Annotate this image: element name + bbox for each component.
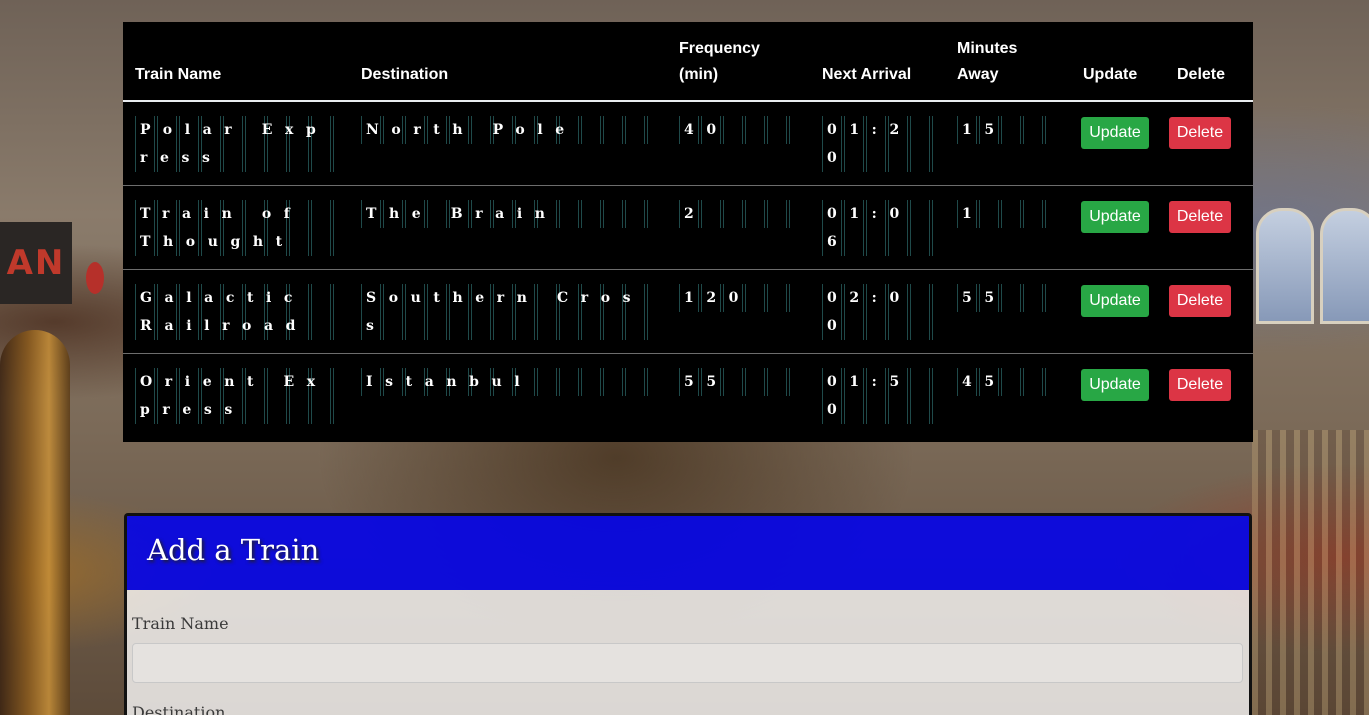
train-name-cell: Train of Thought <box>135 199 337 256</box>
background-sign: AN <box>0 222 72 304</box>
table-row: Polar Express North Pole 40 01:20 15 Upd… <box>123 101 1253 185</box>
frequency-cell: 40 <box>679 116 798 144</box>
add-train-card: Add a Train Train Name Destination <box>124 513 1252 715</box>
minutes-away-cell: 45 <box>957 367 1059 396</box>
header-delete: Delete <box>1165 22 1253 102</box>
background-arch <box>0 330 70 715</box>
header-destination: Destination <box>349 22 667 102</box>
delete-button[interactable]: Delete <box>1169 117 1231 149</box>
add-train-form: Train Name Destination <box>127 590 1249 715</box>
delete-button[interactable]: Delete <box>1169 284 1231 317</box>
train-name-label: Train Name <box>132 614 229 633</box>
next-arrival-cell: 02:00 <box>822 283 933 340</box>
train-name-cell: Galactic Railroad <box>135 283 337 340</box>
minutes-away-cell: 55 <box>957 283 1059 312</box>
background-window <box>1320 208 1369 324</box>
table-header-row: Train Name Destination Frequency (min) Ne… <box>123 22 1253 102</box>
next-arrival-cell: 01:20 <box>822 116 933 172</box>
header-train-name: Train Name <box>123 22 349 102</box>
train-name-input[interactable] <box>132 643 1243 683</box>
background-window <box>1256 208 1314 324</box>
update-button[interactable]: Update <box>1081 200 1149 233</box>
table-row: Galactic Railroad Southern Cross 120 02:… <box>123 268 1253 353</box>
destination-cell: Istanbul <box>361 367 655 396</box>
train-name-cell: Polar Express <box>135 116 337 172</box>
train-name-cell: Orient Express <box>135 367 337 424</box>
frequency-cell: 2 <box>679 199 798 228</box>
header-update: Update <box>1071 22 1165 102</box>
background-crowd <box>1252 430 1369 715</box>
header-frequency: Frequency (min) <box>667 22 810 102</box>
header-next-arrival: Next Arrival <box>810 22 945 102</box>
update-button[interactable]: Update <box>1081 284 1149 317</box>
update-button[interactable]: Update <box>1081 368 1149 401</box>
background-lamp <box>86 262 104 294</box>
next-arrival-cell: 01:50 <box>822 367 933 424</box>
update-button[interactable]: Update <box>1081 117 1149 149</box>
header-minutes-away: Minutes Away <box>945 22 1071 102</box>
destination-label: Destination <box>132 703 226 715</box>
frequency-cell: 120 <box>679 283 798 312</box>
train-schedule-panel: Train Name Destination Frequency (min) Ne… <box>123 22 1253 442</box>
frequency-cell: 55 <box>679 367 798 396</box>
table-row: Train of Thought The Brain 2 01:06 1 Upd… <box>123 184 1253 269</box>
add-train-title: Add a Train <box>127 516 1249 590</box>
destination-cell: The Brain <box>361 199 655 228</box>
table-row: Orient Express Istanbul 55 01:50 45 Upda… <box>123 352 1253 437</box>
minutes-away-cell: 15 <box>957 116 1059 144</box>
next-arrival-cell: 01:06 <box>822 199 933 256</box>
delete-button[interactable]: Delete <box>1169 368 1231 401</box>
train-schedule-table: Train Name Destination Frequency (min) Ne… <box>123 22 1253 437</box>
minutes-away-cell: 1 <box>957 199 1059 228</box>
destination-cell: North Pole <box>361 116 655 144</box>
destination-cell: Southern Cross <box>361 283 655 340</box>
delete-button[interactable]: Delete <box>1169 200 1231 233</box>
